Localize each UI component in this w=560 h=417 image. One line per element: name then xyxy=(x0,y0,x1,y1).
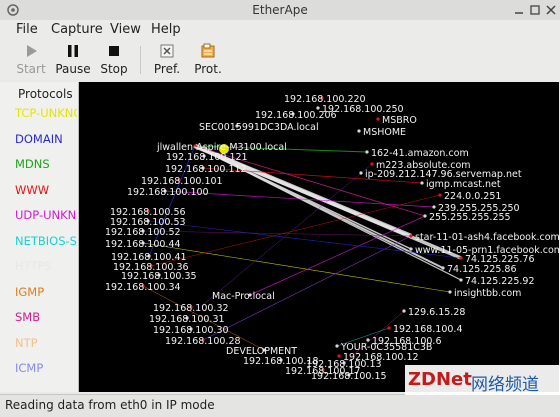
protocol-legend: Protocols TCP-UNKNOWN DOMAIN MDNS WWW UDP-UN… xyxy=(0,82,79,392)
pause-button[interactable]: Pause xyxy=(54,42,92,78)
node-dot[interactable] xyxy=(423,214,427,218)
window-title: EtherApe xyxy=(252,3,308,17)
node-label[interactable]: igmp.mcast.net xyxy=(426,179,501,190)
node-label[interactable]: 192.168.100.44 xyxy=(105,239,181,250)
node-dot[interactable] xyxy=(432,205,436,209)
node-dot[interactable] xyxy=(337,354,341,358)
node-label[interactable]: 192.168.100.100 xyxy=(127,187,209,198)
node-dot[interactable] xyxy=(387,326,391,330)
node-label[interactable]: 192.168.100.34 xyxy=(105,282,181,293)
watermark-brand: ZDNet xyxy=(408,369,472,390)
legend-item-www: WWW xyxy=(15,182,50,197)
pause-icon xyxy=(68,45,78,57)
node-dot[interactable] xyxy=(409,234,413,238)
node-dot[interactable] xyxy=(459,256,463,260)
play-icon xyxy=(27,45,37,57)
preferences-label: Pref. xyxy=(153,62,181,76)
toolbar: Start Pause Stop Pref. Prot. xyxy=(0,40,560,80)
node-label[interactable]: 192.168.100.31 xyxy=(149,314,225,325)
node-label[interactable]: 74.125.225.86 xyxy=(447,264,517,275)
node-label[interactable]: 74.125.225.92 xyxy=(465,276,535,287)
legend-item-netbios-ssn: NETBIOS-SSN xyxy=(15,233,77,248)
node-label[interactable]: MSHOME xyxy=(363,127,406,138)
stop-label: Stop xyxy=(100,62,128,76)
node-dot[interactable] xyxy=(448,290,452,294)
stop-icon xyxy=(109,46,119,56)
legend-item-ntp: NTP xyxy=(15,335,38,350)
start-label: Start xyxy=(16,62,46,76)
graph-svg[interactable]: 192.168.100.220192.168.100.250192.168.10… xyxy=(79,82,559,392)
node-dot[interactable] xyxy=(402,309,406,313)
node-dot[interactable] xyxy=(420,181,424,185)
toolbar-separator xyxy=(140,46,141,74)
node-dot[interactable] xyxy=(376,117,380,121)
minimize-icon[interactable] xyxy=(512,3,526,17)
preferences-icon xyxy=(160,44,174,58)
node-label[interactable]: Mac-Pro.local xyxy=(212,291,275,302)
node-dot[interactable] xyxy=(335,344,339,348)
legend-item-igmp: IGMP xyxy=(15,284,45,299)
legend-item-smb: SMB xyxy=(15,310,41,324)
node-label[interactable]: 192.168.100.30 xyxy=(153,325,229,336)
menu-help[interactable]: Help xyxy=(151,22,181,37)
legend-header: Protocols xyxy=(18,87,73,101)
node-label[interactable]: 192.168.100.4 xyxy=(393,324,463,335)
node-label[interactable]: 255.255.255.255 xyxy=(429,212,511,223)
node-label[interactable]: insightbb.com xyxy=(454,288,521,299)
menu-file[interactable]: File xyxy=(16,22,38,37)
status-text: Reading data from eth0 in IP mode xyxy=(5,398,215,412)
node-dot[interactable] xyxy=(357,129,361,133)
traffic-link xyxy=(202,235,412,341)
node-label[interactable]: 192.168.100.112 xyxy=(165,164,247,175)
node-dot[interactable] xyxy=(459,278,463,282)
node-label[interactable]: 192.168.100.35 xyxy=(121,271,197,282)
preferences-button[interactable]: Pref. xyxy=(150,42,184,78)
node-dot[interactable] xyxy=(409,247,413,251)
legend-item-icmp: ICMP xyxy=(15,361,44,375)
traffic-link xyxy=(249,215,426,296)
node-label[interactable]: 129.6.15.28 xyxy=(408,307,465,318)
legend-item-mdns: MDNS xyxy=(15,157,50,171)
node-dot[interactable] xyxy=(370,162,374,166)
node-label[interactable]: 192.168.100.206 xyxy=(255,110,337,121)
node-label[interactable]: 162-41.amazon.com xyxy=(371,148,469,159)
protocols-button[interactable]: Prot. xyxy=(191,42,225,78)
node-label[interactable]: MSBRO xyxy=(382,115,417,126)
node-label[interactable]: star-11-01-ash4.facebook.com xyxy=(415,232,559,243)
node-dot[interactable] xyxy=(441,266,445,270)
menu-capture[interactable]: Capture xyxy=(51,22,103,37)
protocols-label: Prot. xyxy=(194,62,222,76)
watermark: ZDNet 网络频道 xyxy=(405,365,560,395)
start-button[interactable]: Start xyxy=(14,42,48,78)
node-label[interactable]: 192.168.100.121 xyxy=(166,152,248,163)
node-label[interactable]: 192.168.100.15 xyxy=(311,371,387,382)
traffic-link xyxy=(142,242,451,293)
menu-view[interactable]: View xyxy=(110,22,141,37)
menu-bar: File Capture View Help xyxy=(0,20,560,40)
node-label[interactable]: 192.168.100.101 xyxy=(141,176,223,187)
legend-item-https: HTTPS xyxy=(15,259,52,273)
maximize-icon[interactable] xyxy=(528,3,542,17)
legend-item-tcp-unknown: TCP-UNKNOWN xyxy=(15,106,77,120)
node-dot[interactable] xyxy=(438,193,442,197)
network-graph[interactable]: 192.168.100.220 192.168.100.250 192.168.10… xyxy=(79,82,559,392)
legend-item-udp-unknown: UDP-UNKNOWN xyxy=(15,208,77,222)
legend-item-domain: DOMAIN xyxy=(15,131,63,146)
node-dot[interactable] xyxy=(359,171,363,175)
pause-label: Pause xyxy=(55,62,91,76)
status-bar: Reading data from eth0 in IP mode xyxy=(0,394,560,417)
node-label[interactable]: 192.168.100.32 xyxy=(153,303,229,314)
node-label[interactable]: 192.168.100.52 xyxy=(105,227,181,238)
node-label[interactable]: 224.0.0.251 xyxy=(444,191,501,202)
watermark-cn: 网络频道 xyxy=(471,375,539,395)
node-dot[interactable] xyxy=(365,150,369,154)
close-icon[interactable] xyxy=(544,3,558,17)
title-bar: EtherApe xyxy=(0,0,560,21)
node-label[interactable]: SEC0015991DC3DA.local xyxy=(199,122,319,133)
protocols-icon xyxy=(201,43,215,58)
stop-button[interactable]: Stop xyxy=(98,42,130,78)
